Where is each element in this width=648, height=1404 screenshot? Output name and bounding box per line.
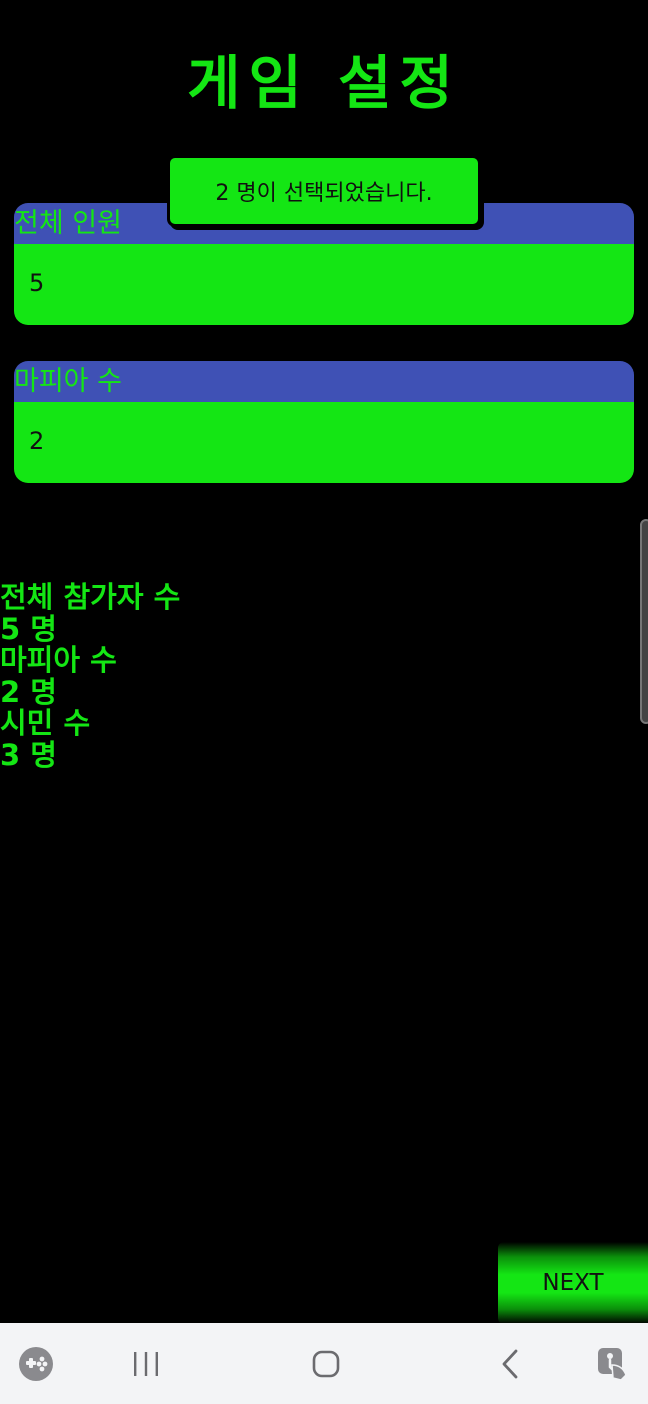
mafia-count-input[interactable] <box>14 402 634 483</box>
game-summary: 전체 참가자 수 5 명 마피아 수 2 명 시민 수 3 명 <box>0 580 181 772</box>
back-button[interactable] <box>484 1323 536 1404</box>
edge-panel-handle[interactable] <box>640 519 648 724</box>
game-settings-screen: 게임 설정 전체 인원 마피아 수 2 명이 선택되었습니다. 전체 참가자 수… <box>0 0 648 1404</box>
selection-toast: 2 명이 선택되었습니다. <box>167 155 481 227</box>
assistant-icon <box>598 1347 627 1381</box>
game-launcher-icon <box>19 1346 53 1381</box>
recents-icon <box>134 1351 158 1376</box>
next-button[interactable]: NEXT <box>498 1242 648 1324</box>
total-players-input[interactable] <box>14 244 634 325</box>
game-launcher-button[interactable] <box>14 1323 58 1404</box>
assistant-menu-button[interactable] <box>588 1323 636 1404</box>
toast-message: 2 명이 선택되었습니다. <box>215 181 433 206</box>
summary-total-value: 5 명 <box>0 611 57 646</box>
summary-citizen-value: 3 명 <box>0 737 57 772</box>
summary-mafia-value: 2 명 <box>0 674 57 709</box>
summary-mafia-label: 마피아 수 <box>0 643 117 677</box>
back-icon <box>502 1349 518 1378</box>
summary-total-label: 전체 참가자 수 <box>0 580 181 614</box>
mafia-count-card: 마피아 수 <box>14 361 634 483</box>
home-button[interactable] <box>300 1323 352 1404</box>
recents-button[interactable] <box>120 1323 172 1404</box>
home-icon <box>312 1350 340 1377</box>
system-navigation-bar <box>0 1323 648 1404</box>
summary-citizen-label: 시민 수 <box>0 706 91 740</box>
page-title: 게임 설정 <box>187 49 461 117</box>
mafia-count-label: 마피아 수 <box>14 361 634 402</box>
